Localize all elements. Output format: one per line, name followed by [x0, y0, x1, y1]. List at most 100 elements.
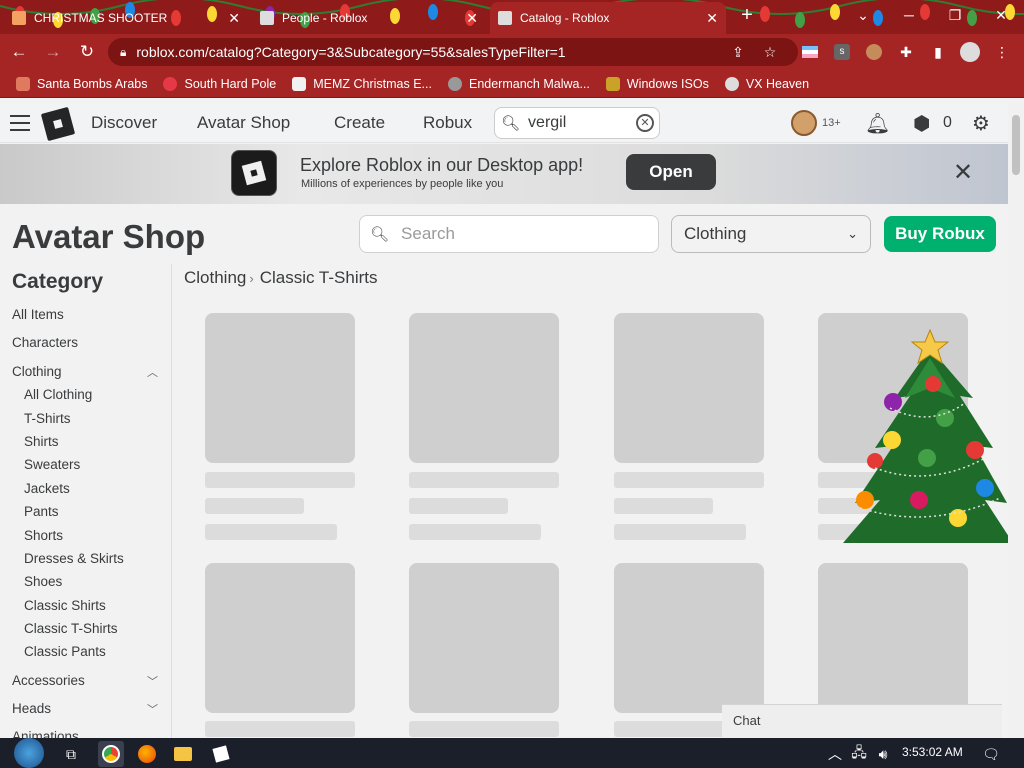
profile-icon[interactable] — [958, 40, 982, 64]
close-banner-icon[interactable]: ✕ — [953, 158, 973, 187]
avatar[interactable] — [791, 110, 817, 136]
notification-bell-icon[interactable]: 🔔︎ — [865, 111, 890, 136]
item-thumbnail-placeholder[interactable] — [409, 563, 559, 713]
desktop-app-banner: Explore Roblox in our Desktop app! Milli… — [0, 144, 1008, 204]
tray-chevron-up-icon[interactable]: ︿ — [824, 743, 846, 765]
star-bookmark-icon[interactable]: ☆ — [758, 40, 782, 64]
item-name-placeholder — [409, 472, 559, 488]
url-bar[interactable]: 🔒︎ roblox.com/catalog?Category=3&Subcate… — [108, 38, 798, 66]
bookmark-item[interactable]: South Hard Pole — [163, 76, 276, 91]
chat-panel[interactable]: Chat — [722, 704, 1002, 738]
network-icon[interactable]: 🖧︎ — [848, 743, 870, 765]
sidebar-item-accessories[interactable]: Accessories ﹀ — [12, 673, 160, 688]
item-name-placeholder — [409, 721, 559, 737]
item-thumbnail-placeholder[interactable] — [818, 563, 968, 713]
gear-icon[interactable]: ⚙ — [972, 111, 990, 136]
item-thumbnail-placeholder[interactable] — [409, 313, 559, 463]
sidebar-item-dresses-skirts[interactable]: Dresses & Skirts — [24, 551, 172, 566]
side-panel-icon[interactable]: ▮ — [926, 40, 950, 64]
item-thumbnail-placeholder[interactable] — [205, 313, 355, 463]
reload-icon[interactable]: ↻ — [72, 37, 102, 67]
close-tab-icon[interactable]: ✕ — [228, 10, 240, 27]
bookmark-item[interactable]: VX Heaven — [724, 76, 809, 91]
roblox-taskbar-icon[interactable] — [210, 743, 232, 765]
sidebar-item-shirts[interactable]: Shirts — [24, 434, 172, 449]
sidebar-item-classic-t-shirts[interactable]: Classic T-Shirts — [24, 621, 172, 636]
bookmark-item[interactable]: Windows ISOs — [605, 76, 709, 91]
chat-label: Chat — [733, 713, 761, 728]
nav-robux[interactable]: Robux — [423, 113, 472, 133]
close-tab-icon[interactable]: ✕ — [466, 10, 478, 27]
back-arrow-icon[interactable]: ← — [4, 37, 34, 67]
extension-avatar-icon[interactable] — [862, 40, 886, 64]
buy-robux-button[interactable]: Buy Robux — [884, 216, 996, 252]
close-tab-icon[interactable]: ✕ — [706, 10, 718, 27]
bookmark-item[interactable]: Endermanch Malwa... — [447, 76, 590, 91]
bookmark-item[interactable]: MEMZ Christmas E... — [292, 76, 432, 91]
extension-flag-icon[interactable] — [798, 40, 822, 64]
sidebar-item-t-shirts[interactable]: T-Shirts — [24, 411, 172, 426]
sidebar-item-heads[interactable]: Heads ﹀ — [12, 701, 160, 716]
share-icon[interactable]: ⇪ — [726, 40, 750, 64]
catalog-search-input[interactable]: 🔍︎ Search — [359, 215, 659, 253]
nav-discover[interactable]: Discover — [91, 113, 157, 133]
minimize-button[interactable]: ─ — [886, 0, 932, 30]
header-search-input[interactable]: 🔍︎ vergil ✕ — [494, 107, 660, 139]
extensions-puzzle-icon[interactable]: ✚ — [894, 40, 918, 64]
category-dropdown[interactable]: Clothing ⌄ — [671, 215, 871, 253]
sidebar-item-pants[interactable]: Pants — [24, 504, 172, 519]
open-app-button[interactable]: Open — [626, 154, 716, 190]
new-tab-button[interactable]: + — [730, 0, 764, 30]
sidebar-item-all-items[interactable]: All Items — [12, 307, 160, 322]
item-creator-placeholder — [205, 498, 304, 514]
bookmark-item[interactable]: Santa Bombs Arabs — [16, 76, 147, 91]
page-scrollbar[interactable] — [1008, 103, 1024, 738]
scrollbar-thumb[interactable] — [1012, 115, 1020, 175]
roblox-favicon-icon — [260, 11, 274, 25]
item-thumbnail-placeholder[interactable] — [614, 313, 764, 463]
sidebar-item-sweaters[interactable]: Sweaters — [24, 457, 172, 472]
file-explorer-icon[interactable] — [172, 743, 194, 765]
firefox-taskbar-icon[interactable] — [136, 743, 158, 765]
nav-avatar-shop[interactable]: Avatar Shop — [197, 113, 290, 133]
page-title: Avatar Shop — [12, 218, 206, 255]
memz-icon — [292, 76, 307, 91]
item-price-placeholder — [205, 524, 337, 540]
clear-search-icon[interactable]: ✕ — [636, 114, 654, 132]
tab-catalog-roblox[interactable]: Catalog - Roblox ✕ — [490, 2, 726, 34]
item-creator-placeholder — [409, 498, 508, 514]
more-menu-icon[interactable]: ⋮ — [990, 40, 1014, 64]
chrome-taskbar-icon[interactable] — [98, 741, 124, 767]
item-thumbnail-placeholder[interactable] — [205, 563, 355, 713]
sidebar-item-shoes[interactable]: Shoes — [24, 574, 172, 589]
task-view-icon[interactable]: ⧉ — [60, 743, 82, 765]
nav-create[interactable]: Create — [334, 113, 385, 133]
notification-center-icon[interactable]: 🗨︎ — [980, 743, 1002, 765]
hamburger-menu-icon[interactable] — [10, 115, 30, 131]
extension-s-icon[interactable]: s — [830, 40, 854, 64]
bookmarks-bar: Santa Bombs Arabs South Hard Pole MEMZ C… — [0, 70, 1024, 98]
sidebar-item-characters[interactable]: Characters — [12, 335, 160, 350]
restore-button[interactable]: ❐ — [932, 0, 978, 30]
volume-icon[interactable]: 🔊︎ — [872, 743, 894, 765]
item-thumbnail-placeholder[interactable] — [614, 563, 764, 713]
sidebar-item-animations[interactable]: Animations — [12, 729, 160, 738]
breadcrumb-parent[interactable]: Clothing — [184, 268, 246, 287]
sidebar-item-classic-shirts[interactable]: Classic Shirts — [24, 598, 172, 613]
roblox-favicon-icon — [498, 11, 512, 25]
chevron-right-icon: › — [249, 271, 254, 286]
sidebar-item-classic-pants[interactable]: Classic Pants — [24, 644, 172, 659]
tab-christmas-shooter[interactable]: CHRISTMAS SHOOTER ✕ — [4, 2, 248, 34]
tab-people-roblox[interactable]: People - Roblox ✕ — [252, 2, 486, 34]
taskbar-clock[interactable]: 3:53:02 AM — [902, 745, 963, 759]
close-window-button[interactable]: ✕ — [978, 0, 1024, 30]
sidebar-item-all-clothing[interactable]: All Clothing — [24, 387, 172, 402]
sidebar-item-clothing[interactable]: Clothing ︿ — [12, 364, 160, 379]
sidebar-item-jackets[interactable]: Jackets — [24, 481, 172, 496]
forward-arrow-icon[interactable]: → — [38, 37, 68, 67]
sidebar-item-shorts[interactable]: Shorts — [24, 528, 172, 543]
roblox-logo-icon[interactable] — [40, 106, 76, 142]
robux-icon[interactable]: ⬢ — [913, 111, 930, 136]
start-button[interactable] — [14, 738, 44, 768]
tab-search-icon[interactable]: ⌄ — [840, 0, 886, 30]
